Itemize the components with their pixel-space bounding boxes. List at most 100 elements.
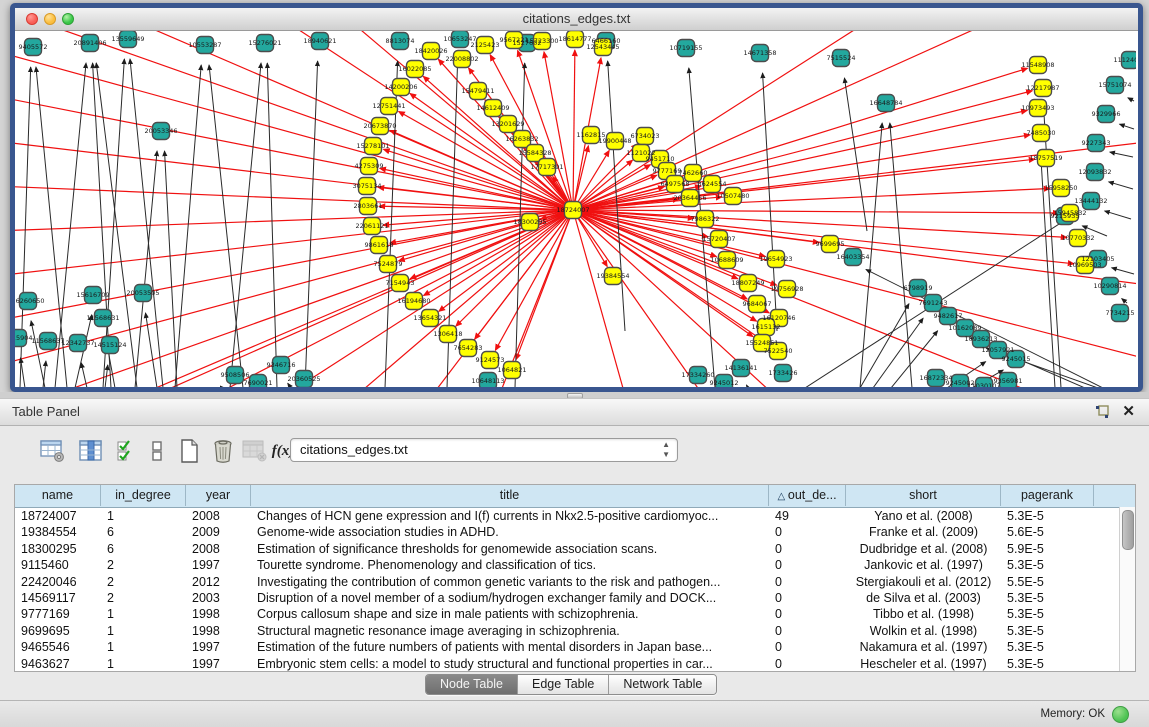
- graph-node-label: 7524879: [374, 260, 403, 268]
- memory-status-label: Memory: OK: [1040, 708, 1105, 720]
- table-row[interactable]: 977716911998Corpus callosum shape and si…: [15, 606, 1135, 622]
- cell-title: Structural magnetic resonance image aver…: [251, 623, 769, 639]
- new-table-icon[interactable]: [174, 436, 204, 466]
- graph-node-label: 12751441: [372, 102, 405, 110]
- graph-node-label: 7462660: [679, 169, 708, 177]
- graph-node-label: 3075134: [353, 182, 382, 190]
- cell-title: Investigating the contribution of common…: [251, 574, 769, 590]
- graph-node-label: 18614777: [558, 35, 591, 43]
- graph-node-label: 7734215: [1106, 309, 1135, 317]
- network-view-window[interactable]: citations_edges.txt 94055722089140613559…: [10, 3, 1143, 392]
- network-window-titlebar[interactable]: citations_edges.txt: [15, 8, 1138, 31]
- cell-name: 9115460: [15, 557, 101, 573]
- table-row[interactable]: 969969511998Structural magnetic resonanc…: [15, 623, 1135, 639]
- cell-out_degree: 0: [769, 590, 846, 606]
- cell-short: Dudbridge et al. (2008): [846, 541, 1001, 557]
- select-columns-check-icon[interactable]: [112, 436, 142, 466]
- column-header-in_degree[interactable]: in_degree: [101, 485, 186, 506]
- table-row[interactable]: 946362711997Embryonic stem cells: a mode…: [15, 656, 1135, 672]
- table-row[interactable]: 1456911722003Disruption of a novel membe…: [15, 590, 1135, 606]
- graph-node-label: 15723300: [525, 37, 558, 45]
- cell-title: Tourette syndrome. Phenomenology and cla…: [251, 557, 769, 573]
- graph-node-label: 9567221: [500, 36, 529, 44]
- tab-edge-table[interactable]: Edge Table: [518, 675, 609, 694]
- graph-node-label: 20053346: [144, 127, 177, 135]
- delete-attributes-trash-icon[interactable]: [208, 436, 238, 466]
- cell-out_degree: 0: [769, 574, 846, 590]
- graph-node-label: 12057921: [981, 346, 1014, 354]
- cell-pagerank: 5.3E-5: [1001, 623, 1094, 639]
- graph-edge-black: [288, 383, 291, 387]
- column-header-label: pagerank: [1021, 488, 1073, 502]
- tab-node-table[interactable]: Node Table: [426, 675, 518, 694]
- graph-node-label: 18420026: [414, 47, 447, 55]
- graph-node-label: 17334260: [681, 371, 714, 379]
- column-header-out_degree[interactable]: △ out_de...: [769, 485, 846, 506]
- graph-edge-black: [165, 151, 177, 387]
- graph-edge-black: [608, 61, 625, 331]
- graph-node-label: 14136141: [724, 364, 757, 372]
- table-row[interactable]: 911546021997Tourette syndrome. Phenomeno…: [15, 557, 1135, 573]
- graph-edge-black: [1122, 298, 1127, 303]
- show-rows-icon[interactable]: [142, 436, 172, 466]
- vertical-scrollbar[interactable]: [1119, 507, 1135, 671]
- graph-node-label: 14200206: [384, 83, 417, 91]
- graph-edge-black: [209, 65, 243, 387]
- graph-node-label: 18807249: [731, 279, 764, 287]
- graph-node-label: 14671358: [743, 49, 776, 57]
- graph-node-label: 16403354: [836, 253, 869, 261]
- float-panel-icon[interactable]: [1095, 405, 1109, 419]
- network-canvas-svg: 9405572208914061355964910553287152760211…: [15, 31, 1136, 387]
- cell-out_degree: 0: [769, 606, 846, 622]
- graph-node-label: 7690021: [244, 379, 273, 387]
- table-selector-dropdown[interactable]: citations_edges.txt ▲▼: [290, 438, 678, 462]
- close-panel-icon[interactable]: ✕: [1122, 402, 1135, 420]
- graph-edge-black: [1105, 211, 1131, 219]
- column-selector-icon[interactable]: [76, 436, 106, 466]
- dropdown-arrows-icon: ▲▼: [662, 440, 670, 460]
- cell-short: Nakamura et al. (1997): [846, 639, 1001, 655]
- cell-title: Estimation of significance thresholds fo…: [251, 541, 769, 557]
- column-header-short[interactable]: short: [846, 485, 1001, 506]
- graph-edge-black: [230, 63, 261, 387]
- column-header-pagerank[interactable]: pagerank: [1001, 485, 1094, 506]
- table-row[interactable]: 1938455462009Genome-wide association stu…: [15, 524, 1135, 540]
- column-header-label: title: [500, 488, 519, 502]
- column-header-name[interactable]: name: [15, 485, 101, 506]
- graph-node-label: 2125423: [471, 41, 500, 49]
- cell-title: Embryonic stem cells: a model to study s…: [251, 656, 769, 672]
- cell-pagerank: 5.3E-5: [1001, 656, 1094, 672]
- cell-short: Stergiakouli et al. (2012): [846, 574, 1001, 590]
- cell-out_degree: 0: [769, 557, 846, 573]
- network-canvas[interactable]: 9405572208914061355964910553287152760211…: [15, 31, 1136, 387]
- column-header-label: year: [206, 488, 230, 502]
- column-header-label: name: [42, 488, 73, 502]
- graph-edge-black: [844, 78, 867, 231]
- graph-node-label: 16648784: [869, 99, 902, 107]
- cell-pagerank: 5.3E-5: [1001, 639, 1094, 655]
- scrollbar-thumb[interactable]: [1122, 510, 1134, 550]
- cell-title: Genome-wide association studies in ADHD.: [251, 524, 769, 540]
- table-settings-icon[interactable]: [38, 436, 68, 466]
- graph-edge-black: [81, 363, 87, 387]
- table-selector-value: citations_edges.txt: [300, 442, 408, 457]
- table-body: 1872400712008Changes of HCN gene express…: [15, 508, 1135, 672]
- table-row[interactable]: 1830029562008Estimation of significance …: [15, 541, 1135, 557]
- table-row[interactable]: 1872400712008Changes of HCN gene express…: [15, 508, 1135, 524]
- cell-in_degree: 6: [101, 524, 186, 540]
- graph-node-label: 20364456: [673, 194, 706, 202]
- network-window-title: citations_edges.txt: [15, 11, 1138, 26]
- cell-in_degree: 1: [101, 639, 186, 655]
- cell-pagerank: 5.3E-5: [1001, 557, 1094, 573]
- cell-title: Estimation of the future numbers of pati…: [251, 639, 769, 655]
- status-bar: Memory: OK: [0, 700, 1149, 727]
- table-row[interactable]: 946554611997Estimation of the future num…: [15, 639, 1135, 655]
- sort-ascending-icon: △: [777, 491, 787, 502]
- column-header-title[interactable]: title: [251, 485, 769, 506]
- column-header-year[interactable]: year: [186, 485, 251, 506]
- table-row[interactable]: 2242004622012Investigating the contribut…: [15, 574, 1135, 590]
- graph-node-label: 11548908: [1021, 61, 1054, 69]
- graph-node-label: 15751074: [1098, 81, 1131, 89]
- graph-node-label: 22008802: [445, 55, 478, 63]
- tab-network-table[interactable]: Network Table: [609, 675, 716, 694]
